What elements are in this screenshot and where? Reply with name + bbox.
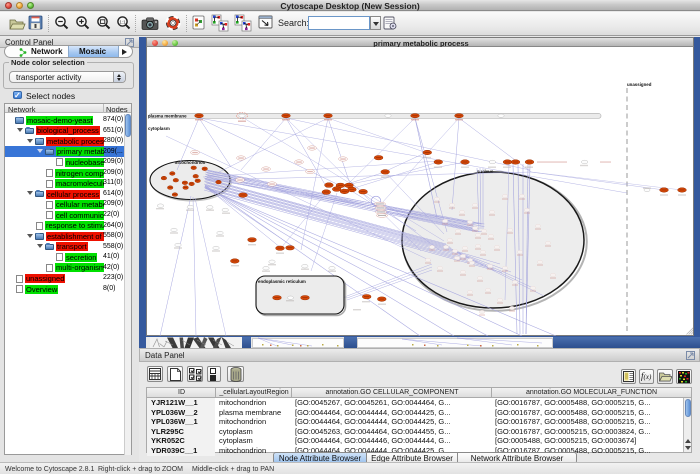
svg-text:unassigned: unassigned [627, 82, 652, 87]
svg-text:cytoplasm: cytoplasm [148, 126, 170, 131]
svg-text:plasma membrane: plasma membrane [148, 114, 187, 119]
svg-text:endoplasmic reticulum: endoplasmic reticulum [258, 279, 306, 284]
svg-text:1:1: 1:1 [119, 19, 126, 24]
